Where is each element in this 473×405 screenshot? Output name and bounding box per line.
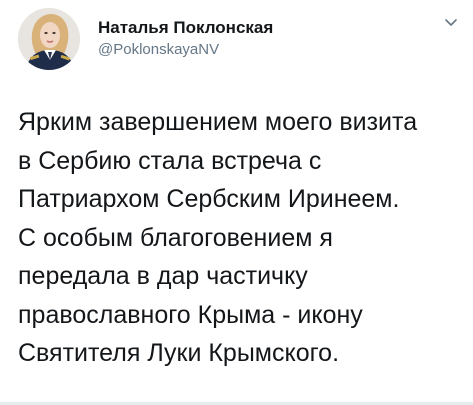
author-names: Наталья Поклонская @PoklonskayaNV xyxy=(98,18,273,60)
tweet-text-line: передала в дар частичку xyxy=(18,262,308,290)
tweet-text-line: Ярким завершением моего визита xyxy=(18,108,418,136)
avatar-photo xyxy=(18,8,80,70)
tweet-text-line: православного Крыма - икону xyxy=(18,300,363,329)
tweet-header: Наталья Поклонская @PoklonskayaNV xyxy=(18,8,458,78)
tweet-text: Ярким завершением моего визита в Сербию … xyxy=(18,103,468,373)
tweet-text-line: Патриархом Сербским Иринеем. xyxy=(18,185,400,213)
avatar[interactable] xyxy=(18,8,80,70)
tweet-card: Наталья Поклонская @PoklonskayaNV Ярким … xyxy=(0,0,473,405)
tweet-text-line: Святителя Луки Крымского. xyxy=(18,339,340,367)
tweet-text-line: в Сербию стала встреча с xyxy=(18,146,322,175)
author-display-name[interactable]: Наталья Поклонская xyxy=(98,18,273,38)
chevron-down-icon[interactable] xyxy=(444,16,458,30)
tweet-text-line: С особым благоговением я xyxy=(18,223,333,252)
author-handle[interactable]: @PoklonskayaNV xyxy=(98,40,273,60)
